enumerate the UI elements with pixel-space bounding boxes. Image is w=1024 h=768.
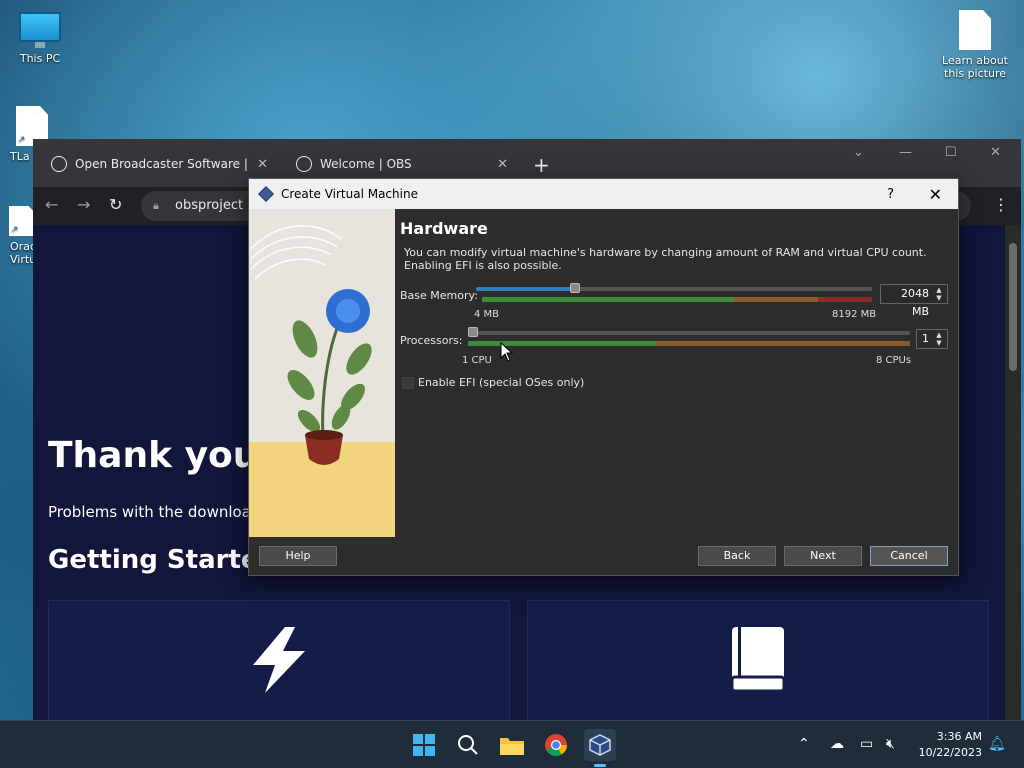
windows-icon (413, 734, 435, 756)
back-button[interactable]: Back (698, 546, 776, 566)
memory-max-label: 8192 MB (832, 309, 877, 320)
page-description: You can modify virtual machine's hardwar… (404, 246, 958, 272)
processors-spinbox[interactable]: 1 ▲ ▼ (916, 329, 948, 349)
network-icon[interactable]: ▭ (860, 736, 873, 752)
tab-obs-download[interactable]: Open Broadcaster Software | OB ✕ (33, 149, 278, 179)
enable-efi-label[interactable]: Enable EFI (special OSes only) (418, 376, 584, 389)
chrome-button[interactable] (540, 729, 572, 761)
plant-illustration (250, 225, 372, 465)
desktop-icon-label: Learn about this picture (942, 54, 1008, 80)
clock-time: 3:36 AM (936, 730, 982, 743)
memory-spinbox[interactable]: 2048 MB ▲ ▼ (880, 284, 948, 318)
file-explorer-button[interactable] (496, 729, 528, 761)
url-text: obsproject (175, 198, 244, 213)
lock-icon: 🔒︎ (153, 199, 159, 212)
chrome-icon (545, 734, 567, 756)
tab-title: Welcome | OBS (320, 157, 412, 171)
lightning-icon (253, 627, 305, 693)
help-icon[interactable]: ? (887, 187, 894, 202)
documentation-card[interactable] (527, 600, 989, 720)
tab-search-icon[interactable]: ⌄ (853, 145, 864, 160)
file-icon (959, 10, 991, 50)
memory-value: 2048 MB (901, 287, 929, 318)
processors-value: 1 (922, 332, 929, 345)
desktop-icon-label: This PC (19, 52, 61, 65)
chevron-up-icon[interactable]: ⌃ (798, 736, 810, 752)
mouse-cursor-icon (500, 342, 514, 362)
page-subtext: Problems with the downloa (48, 503, 251, 521)
dialog-title-bar: Create Virtual Machine ? ✕ (249, 179, 958, 209)
page-scrollbar[interactable] (1005, 225, 1021, 720)
description-line: You can modify virtual machine's hardwar… (404, 246, 927, 259)
virtualbox-icon (589, 734, 611, 756)
maximize-icon[interactable]: ☐ (945, 145, 957, 160)
spin-arrows-icon[interactable]: ▲ ▼ (933, 331, 945, 347)
quickstart-card[interactable] (48, 600, 510, 720)
create-vm-dialog: Create Virtual Machine ? ✕ Hardware You … (248, 178, 959, 576)
desktop-icon-learn-about-picture[interactable]: Learn about this picture (937, 10, 1013, 80)
notification-bell-icon[interactable]: 🔔︎ (988, 736, 1006, 752)
section-heading: Getting Starte (48, 545, 259, 575)
taskbar: ⌃ ☁ ▭ 🔇︎ 3:36 AM 10/22/2023 🔔︎ (0, 720, 1024, 768)
file-icon: ↗ (9, 206, 35, 236)
processors-label: Processors: (400, 334, 463, 347)
onedrive-icon[interactable]: ☁ (830, 736, 844, 752)
page-title: Hardware (400, 219, 488, 238)
volume-muted-icon[interactable]: 🔇︎ (886, 736, 895, 752)
description-line: Enabling EFI is also possible. (404, 259, 562, 272)
virtualbox-taskbar-button[interactable] (584, 729, 616, 767)
clock-date: 10/22/2023 (918, 746, 982, 759)
tab-title: Open Broadcaster Software | OB (75, 157, 247, 171)
cancel-button[interactable]: Cancel (870, 546, 948, 566)
close-tab-icon[interactable]: ✕ (497, 157, 508, 172)
close-window-icon[interactable]: ✕ (990, 145, 1001, 160)
computer-icon (19, 12, 61, 48)
processors-max-label: 8 CPUs (876, 355, 912, 366)
start-button[interactable] (408, 729, 440, 761)
reload-icon[interactable]: ↻ (109, 195, 122, 214)
help-button[interactable]: Help (259, 546, 337, 566)
search-button[interactable] (452, 729, 484, 761)
virtualbox-icon (258, 186, 274, 202)
minimize-icon[interactable]: — (899, 145, 912, 160)
obs-icon (51, 156, 67, 172)
search-icon (458, 735, 478, 755)
folder-icon (500, 738, 524, 755)
back-arrow-icon[interactable]: ← (45, 195, 58, 214)
next-button[interactable]: Next (784, 546, 862, 566)
new-tab-button[interactable]: + (533, 153, 550, 177)
spin-arrows-icon[interactable]: ▲ ▼ (933, 286, 945, 302)
close-icon[interactable]: ✕ (929, 185, 942, 204)
desktop-icon-this-pc[interactable]: This PC (4, 12, 76, 65)
processors-min-label: 1 CPU (462, 355, 492, 366)
slider-handle[interactable] (570, 283, 580, 293)
page-heading: Thank you (48, 435, 259, 476)
dialog-title: Create Virtual Machine (281, 187, 418, 201)
clock[interactable]: 3:36 AM 10/22/2023 (919, 729, 982, 761)
menu-kebab-icon[interactable]: ⋮ (993, 195, 1009, 214)
enable-efi-checkbox[interactable] (402, 377, 414, 389)
tab-welcome-obs[interactable]: Welcome | OBS ✕ (278, 149, 518, 179)
wizard-illustration (249, 209, 395, 537)
hardware-page: Hardware You can modify virtual machine'… (400, 209, 958, 389)
base-memory-label: Base Memory: (400, 289, 478, 302)
globe-icon (296, 156, 312, 172)
book-icon (730, 627, 786, 693)
close-tab-icon[interactable]: ✕ (257, 157, 268, 172)
memory-min-label: 4 MB (474, 309, 500, 320)
forward-arrow-icon[interactable]: → (77, 195, 90, 214)
slider-handle[interactable] (468, 327, 478, 337)
